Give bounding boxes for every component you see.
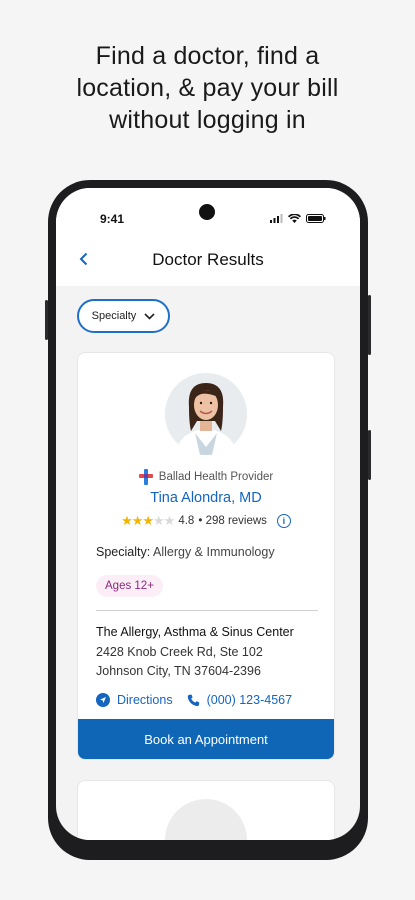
specialty-label: Specialty:	[96, 545, 151, 559]
wifi-icon	[288, 214, 301, 223]
phone-number: (000) 123-4567	[206, 693, 293, 707]
doctor-avatar	[165, 373, 247, 455]
address-line-2: Johnson City, TN 37604-2396	[96, 664, 261, 678]
address-line-1: 2428 Knob Creek Rd, Ste 102	[96, 645, 263, 659]
info-icon[interactable]: i	[276, 514, 291, 528]
star-rating: ★★★★★	[121, 513, 175, 528]
front-camera	[199, 204, 215, 220]
page-title: Doctor Results	[152, 250, 264, 269]
navigation-arrow-icon	[96, 693, 110, 707]
ballad-health-logo-icon	[138, 469, 153, 485]
headline-line-3: without logging in	[109, 106, 306, 134]
status-icons	[270, 214, 326, 223]
side-button	[45, 300, 48, 340]
specialty-row: Specialty: Allergy & Immunology	[96, 545, 275, 559]
specialty-value: Allergy & Immunology	[153, 545, 275, 559]
age-badge: Ages 12+	[96, 575, 163, 597]
review-count: • 298 reviews	[198, 515, 267, 527]
contact-actions: Directions (000) 123-4567	[96, 693, 292, 707]
phone-screen: 9:41 Doctor Results Specialty Ballad Hea…	[56, 188, 360, 840]
directions-label: Directions	[117, 693, 173, 707]
provider-affiliation: Ballad Health Provider	[78, 469, 334, 485]
nav-bar: Doctor Results	[56, 234, 360, 286]
battery-icon	[306, 214, 326, 223]
doctor-avatar-placeholder	[165, 799, 247, 840]
headline-line-1: Find a doctor, find a	[95, 42, 320, 70]
specialty-filter-button[interactable]: Specialty	[77, 299, 170, 333]
location-name: The Allergy, Asthma & Sinus Center	[96, 625, 294, 639]
status-time: 9:41	[100, 212, 125, 226]
headline-line-2: location, & pay your bill	[76, 74, 339, 102]
phone-icon	[187, 694, 199, 706]
phone-frame: 9:41 Doctor Results Specialty Ballad Hea…	[45, 180, 371, 860]
doctor-card[interactable]: Ballad Health Provider Tina Alondra, MD …	[77, 352, 335, 760]
divider	[96, 610, 318, 611]
rating-row: ★★★★★ 4.8 • 298 reviews i	[78, 513, 334, 529]
phone-link[interactable]: (000) 123-4567	[187, 693, 292, 707]
volume-button	[368, 295, 371, 355]
marketing-headline: Find a doctor, find a location, & pay yo…	[0, 40, 415, 136]
chevron-down-icon	[144, 312, 155, 320]
doctor-card-next[interactable]	[77, 780, 335, 840]
power-button	[368, 430, 371, 480]
directions-link[interactable]: Directions	[96, 693, 173, 707]
signal-icon	[270, 214, 283, 223]
provider-label: Ballad Health Provider	[158, 471, 274, 483]
filter-label: Specialty	[91, 310, 137, 322]
doctor-name-link[interactable]: Tina Alondra, MD	[78, 490, 334, 506]
rating-value: 4.8	[178, 515, 195, 527]
book-appointment-button[interactable]: Book an Appointment	[78, 719, 334, 759]
